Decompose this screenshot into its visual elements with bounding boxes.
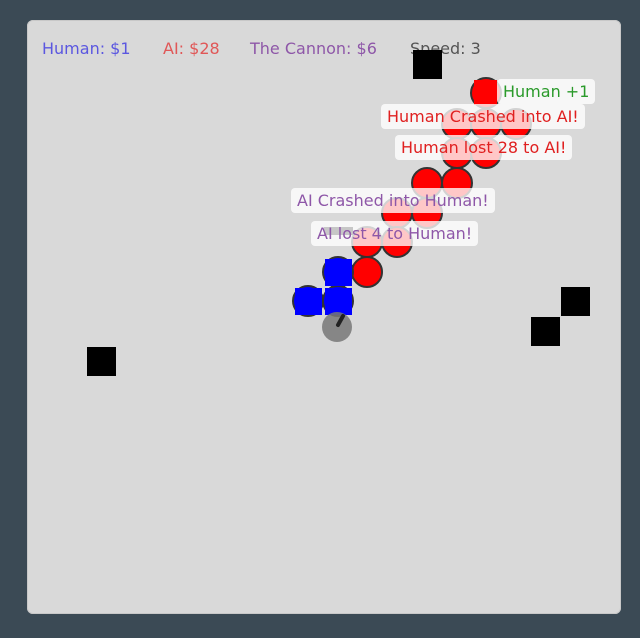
event-message: AI lost 4 to Human! [311, 221, 479, 246]
human-snake-body [325, 259, 352, 286]
ai-snake-head [474, 80, 497, 105]
game-board[interactable]: Human: $1 AI: $28 The Cannon: $6 Speed: … [27, 20, 621, 614]
obstacle-block [87, 347, 116, 376]
ai-snake-segment [351, 256, 383, 288]
human-snake-body [325, 288, 352, 315]
obstacle-block [413, 50, 442, 79]
event-message: Human Crashed into AI! [381, 104, 585, 129]
human-snake [292, 256, 354, 317]
obstacle-block [561, 287, 590, 316]
cannon [322, 312, 352, 342]
event-message: Human lost 28 to AI! [395, 135, 573, 160]
obstacle-block [531, 317, 560, 346]
human-snake-body [295, 288, 322, 315]
cannon-base [322, 312, 352, 342]
event-message: Human +1 [497, 79, 596, 104]
event-message: AI Crashed into Human! [291, 188, 495, 213]
